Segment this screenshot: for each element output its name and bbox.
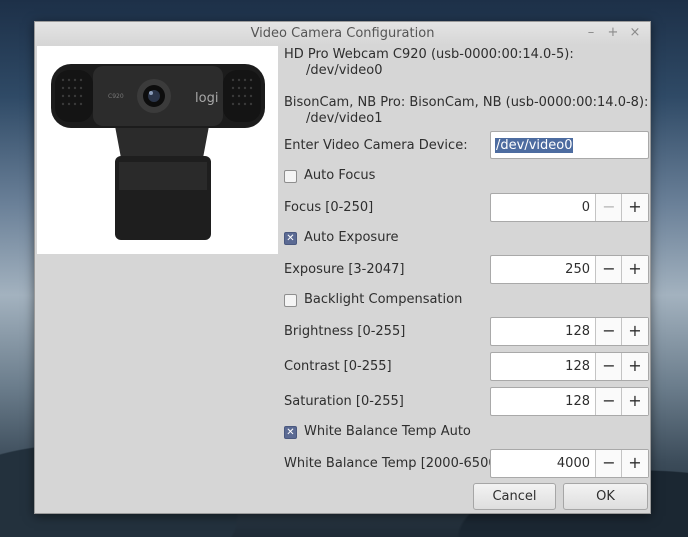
focus-minus-button[interactable]: − [595, 194, 622, 221]
brightness-value: 128 [565, 324, 590, 339]
focus-value: 0 [581, 200, 590, 215]
exposure-value: 250 [565, 262, 590, 277]
contrast-label: Contrast [0-255] [284, 359, 392, 374]
auto-focus-label: Auto Focus [304, 168, 376, 183]
focus-label: Focus [0-250] [284, 200, 374, 215]
window-title: Video Camera Configuration [250, 26, 435, 41]
wb-temp-value: 4000 [556, 456, 590, 471]
logo-text: logi [195, 91, 218, 106]
brightness-spinbox[interactable]: 128 − + [490, 317, 649, 346]
exposure-minus-button[interactable]: − [595, 256, 622, 283]
contrast-value: 128 [565, 359, 590, 374]
brightness-plus-button[interactable]: + [621, 318, 648, 345]
exposure-spinbox[interactable]: 250 − + [490, 255, 649, 284]
wb-temp-spinbox[interactable]: 4000 − + [490, 449, 649, 478]
model-label: C920 [108, 93, 124, 100]
saturation-plus-button[interactable]: + [621, 388, 648, 415]
maximize-icon[interactable]: + [606, 25, 620, 41]
wb-temp-minus-button[interactable]: − [595, 450, 622, 477]
camera-image: C920 logi [37, 46, 278, 254]
exposure-plus-button[interactable]: + [621, 256, 648, 283]
wb-auto-checkbox[interactable]: ✕ [284, 426, 297, 439]
saturation-spinbox[interactable]: 128 − + [490, 387, 649, 416]
brightness-label: Brightness [0-255] [284, 324, 406, 339]
device-info-2: BisonCam, NB Pro: BisonCam, NB (usb-0000… [284, 95, 648, 127]
auto-exposure-label: Auto Exposure [304, 230, 399, 245]
cancel-button[interactable]: Cancel [473, 483, 556, 510]
backlight-checkbox[interactable] [284, 294, 297, 307]
auto-exposure-checkbox[interactable]: ✕ [284, 232, 297, 245]
contrast-spinbox[interactable]: 128 − + [490, 352, 649, 381]
focus-spinbox[interactable]: 0 − + [490, 193, 649, 222]
minimize-icon[interactable]: – [584, 25, 598, 41]
device-entry-input[interactable]: /dev/video0 [490, 131, 649, 159]
saturation-label: Saturation [0-255] [284, 394, 404, 409]
device-1-name: HD Pro Webcam C920 (usb-0000:00:14.0-5): [284, 47, 574, 62]
device-info-1: HD Pro Webcam C920 (usb-0000:00:14.0-5):… [284, 47, 574, 79]
ok-button[interactable]: OK [563, 483, 648, 510]
wb-temp-label: White Balance Temp [2000-6500] [284, 456, 502, 471]
dialog-window: Video Camera Configuration – + × C920 lo… [34, 21, 651, 514]
saturation-value: 128 [565, 394, 590, 409]
device-entry-label: Enter Video Camera Device: [284, 138, 468, 153]
wb-auto-label: White Balance Temp Auto [304, 424, 471, 439]
wb-temp-plus-button[interactable]: + [621, 450, 648, 477]
saturation-minus-button[interactable]: − [595, 388, 622, 415]
exposure-label: Exposure [3-2047] [284, 262, 405, 277]
close-icon[interactable]: × [628, 25, 642, 41]
device-entry-value: /dev/video0 [495, 138, 574, 153]
device-1-path: /dev/video0 [306, 63, 383, 78]
device-2-name: BisonCam, NB Pro: BisonCam, NB (usb-0000… [284, 95, 649, 110]
device-2-path: /dev/video1 [306, 111, 383, 126]
contrast-plus-button[interactable]: + [621, 353, 648, 380]
contrast-minus-button[interactable]: − [595, 353, 622, 380]
focus-plus-button[interactable]: + [621, 194, 648, 221]
webcam-illustration: C920 logi [51, 64, 265, 240]
brightness-minus-button[interactable]: − [595, 318, 622, 345]
auto-focus-checkbox[interactable] [284, 170, 297, 183]
backlight-label: Backlight Compensation [304, 292, 463, 307]
title-bar[interactable]: Video Camera Configuration – + × [35, 22, 650, 45]
